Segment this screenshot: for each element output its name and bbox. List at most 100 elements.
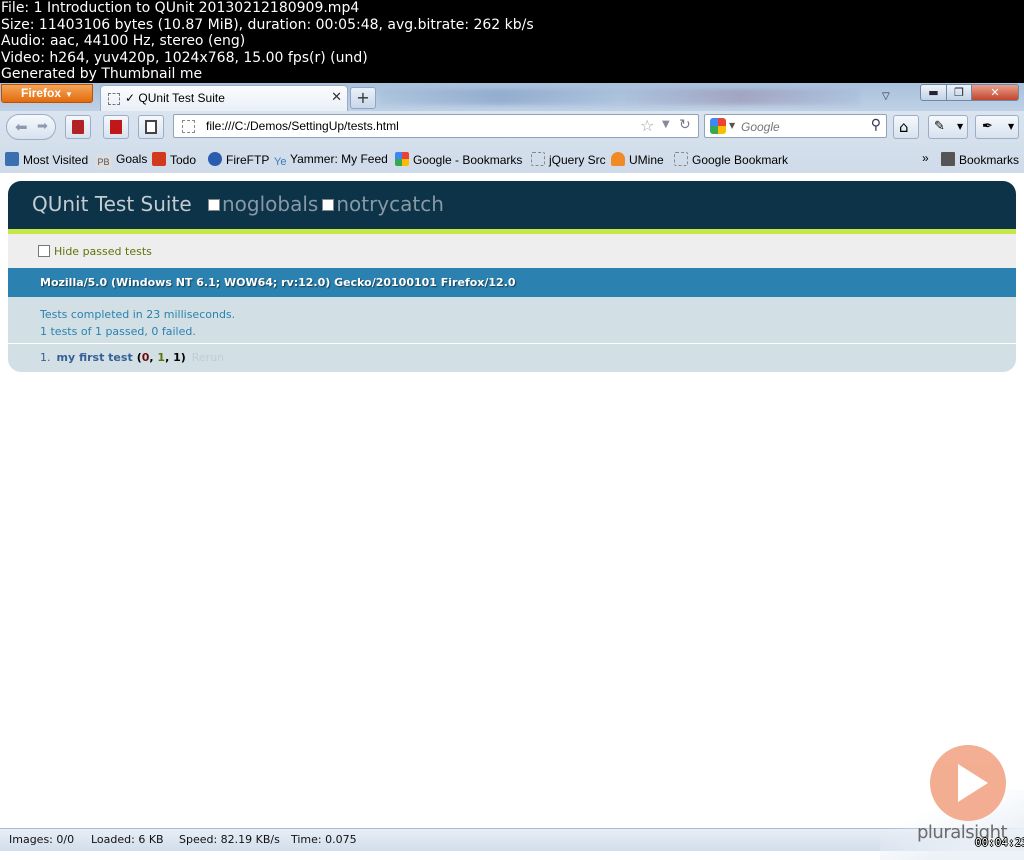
google-icon [710, 118, 726, 134]
hide-passed-label[interactable]: Hide passed tests [54, 245, 152, 258]
addon-icon: ✎ [934, 119, 945, 134]
bookmark-jquery-src[interactable]: jQuery Src [531, 152, 606, 167]
bookmark-label: FireFTP [226, 153, 270, 167]
history-dropdown-icon[interactable]: ▼ [662, 119, 670, 130]
video-info-line: Video: h264, yuv420p, 1024x768, 15.00 fp… [1, 49, 368, 66]
status-speed: Speed: 82.19 KB/s [179, 833, 280, 846]
close-tab-icon[interactable]: ✕ [331, 90, 342, 105]
qunit-title[interactable]: QUnit Test Suite [32, 192, 192, 216]
back-arrow-icon[interactable]: ⬅ [15, 118, 28, 136]
bookmark-label: Yammer: My Feed [290, 152, 388, 166]
page-icon [182, 120, 195, 133]
video-info-line: Generated by Thumbnail me [1, 66, 203, 82]
qunit-testresult: Tests completed in 23 milliseconds. 1 te… [8, 297, 1016, 344]
bookmark-label: UMine [629, 153, 664, 167]
bookmarks-icon [941, 152, 955, 166]
tab-qunit[interactable]: ✓ QUnit Test Suite ✕ [100, 85, 348, 111]
bookmark-google-bookmark[interactable]: Google Bookmark [674, 152, 788, 167]
umine-icon [611, 152, 625, 166]
noglobals-option[interactable]: noglobals [198, 192, 318, 216]
minimize-button[interactable]: ▬ [920, 84, 947, 101]
status-images: Images: 0/0 [9, 833, 75, 846]
book-button[interactable] [65, 115, 91, 139]
send-page-icon [145, 120, 157, 134]
fireftp-icon [208, 152, 222, 166]
result-summary: 1 tests of 1 passed, 0 failed. [40, 325, 196, 338]
total-count: 1 [173, 351, 181, 364]
search-bar[interactable]: ▼ Google ⚲ [704, 114, 887, 138]
page-icon [108, 93, 120, 105]
url-bar[interactable]: file:///C:/Demos/SettingUp/tests.html ☆ … [173, 114, 699, 138]
page-icon [531, 152, 545, 166]
yammer-icon: Ye [274, 156, 287, 168]
search-engine-dropdown-icon[interactable]: ▼ [729, 121, 735, 130]
dropdown-arrow-icon: ▼ [957, 122, 964, 131]
bookmark-yammer[interactable]: Ye Yammer: My Feed [274, 152, 388, 170]
bookmark-label: Google Bookmark [692, 153, 789, 167]
firefox-menu-button[interactable]: Firefox ▼ [1, 84, 93, 103]
bookmark-fireftp[interactable]: FireFTP [208, 152, 269, 167]
bookmark-most-visited[interactable]: Most Visited [5, 152, 88, 167]
qunit-header: QUnit Test Suite noglobals notrycatch [8, 181, 1016, 229]
pen-icon: ✒ [982, 119, 993, 134]
url-text: file:///C:/Demos/SettingUp/tests.html [206, 119, 399, 133]
qunit-toolbar: Hide passed tests [8, 234, 1016, 268]
todo-icon [152, 152, 166, 166]
video-timecode: 00:04:23 [975, 836, 1024, 849]
close-window-button[interactable]: ✕ [971, 84, 1019, 101]
book-icon [72, 120, 84, 134]
new-tab-button[interactable]: + [350, 87, 376, 109]
pb-icon: PB [95, 155, 112, 169]
forward-arrow-icon[interactable]: ➡ [37, 119, 48, 134]
bookmark-google-bookmarks[interactable]: Google - Bookmarks [395, 152, 522, 167]
list-all-tabs-icon[interactable]: ▽ [882, 91, 890, 102]
google-icon [395, 152, 409, 166]
notrycatch-checkbox[interactable] [322, 199, 335, 211]
status-loaded: Loaded: 6 KB [91, 833, 164, 846]
test-name[interactable]: my first test [57, 351, 133, 364]
readitlater-button[interactable] [103, 115, 129, 139]
test-number: 1. [40, 351, 51, 364]
reload-icon[interactable]: ↻ [679, 117, 691, 133]
send-page-button[interactable] [138, 115, 164, 139]
bookmark-goals[interactable]: PB Goals [95, 152, 147, 169]
chevron-right-icon[interactable]: » [922, 151, 929, 165]
bookmark-label: Most Visited [23, 153, 89, 167]
bookmarks-menu-button[interactable]: Bookmarks [941, 152, 1019, 167]
tab-title: ✓ QUnit Test Suite [125, 91, 225, 105]
addon-button[interactable]: ✎ ▼ [928, 115, 968, 139]
page-content: QUnit Test Suite noglobals notrycatch Hid… [0, 173, 1024, 828]
bookmark-todo[interactable]: Todo [152, 152, 196, 167]
video-info-line: Audio: aac, 44100 Hz, stereo (eng) [1, 33, 246, 49]
maximize-button[interactable]: ❐ [946, 84, 972, 101]
most-visited-icon [5, 152, 19, 166]
test-item[interactable]: 1. my first test (0, 1, 1) Rerun [40, 351, 1016, 364]
dropdown-arrow-icon: ▼ [1008, 122, 1015, 131]
qunit-container: QUnit Test Suite noglobals notrycatch Hid… [8, 181, 1016, 372]
noglobals-checkbox[interactable] [208, 199, 220, 211]
passed-count: 1 [157, 351, 166, 364]
bookmark-umine[interactable]: UMine [611, 152, 664, 167]
tools-button[interactable]: ✒ ▼ [975, 115, 1019, 139]
qunit-user-agent: Mozilla/5.0 (Windows NT 6.1; WOW64; rv:1… [8, 268, 1016, 297]
background-tabs [380, 89, 860, 105]
dropdown-arrow-icon: ▼ [65, 90, 73, 99]
rerun-link[interactable]: Rerun [192, 351, 224, 364]
video-info-line: Size: 11403106 bytes (10.87 MiB), durati… [1, 16, 534, 33]
bookmark-label: Bookmarks [959, 153, 1020, 167]
page-icon [674, 152, 688, 166]
notrycatch-option[interactable]: notrycatch [318, 192, 444, 216]
status-time: Time: 0.075 [291, 833, 357, 846]
hide-passed-checkbox[interactable] [38, 245, 50, 257]
back-forward-group: ⬅ ➡ [6, 114, 56, 140]
bookmark-label: Google - Bookmarks [413, 153, 523, 167]
bookmark-star-icon[interactable]: ☆ [640, 116, 654, 135]
bookmark-label: Todo [170, 153, 197, 167]
result-time: Tests completed in 23 milliseconds. [40, 308, 236, 321]
search-icon[interactable]: ⚲ [871, 117, 881, 133]
bookmark-label: jQuery Src [549, 153, 606, 167]
qunit-tests: 1. my first test (0, 1, 1) Rerun [8, 344, 1016, 372]
tab-bar: Firefox ▼ ✓ QUnit Test Suite ✕ + ▽ ▬ ❐ ✕ [0, 83, 1024, 111]
home-button[interactable]: ⌂ [893, 115, 919, 139]
search-placeholder: Google [741, 120, 780, 134]
